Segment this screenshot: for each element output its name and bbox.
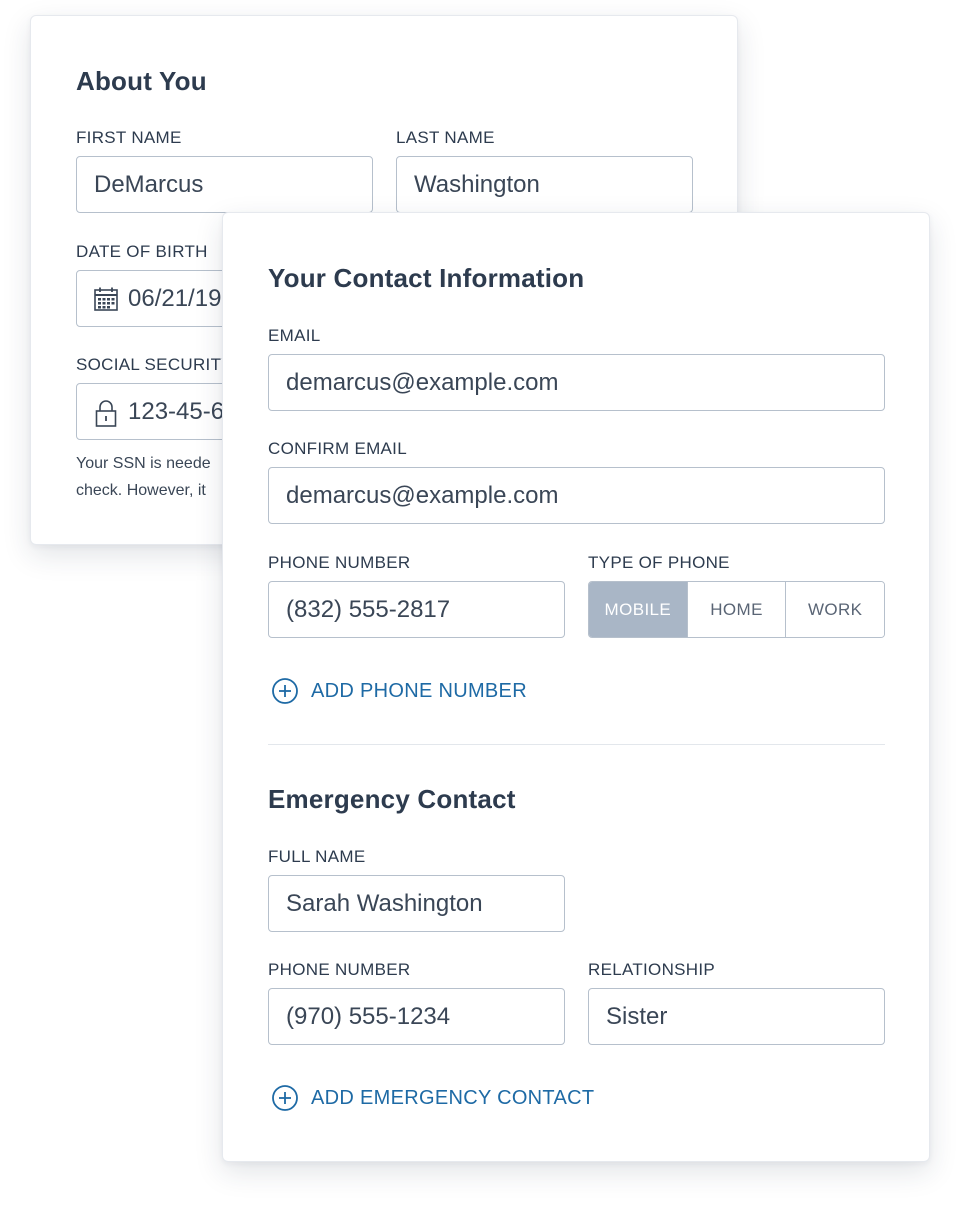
relationship-label: RELATIONSHIP	[588, 960, 716, 979]
about-you-title: About You	[76, 66, 207, 96]
contact-info-card: Your Contact Information EMAIL demarcus@…	[222, 212, 930, 1162]
phone-number-label: PHONE NUMBER	[268, 553, 411, 572]
confirm-email-value: demarcus@example.com	[286, 481, 559, 509]
first-name-label: FIRST NAME	[76, 128, 182, 147]
email-value: demarcus@example.com	[286, 368, 559, 396]
dob-value: 06/21/19	[128, 284, 222, 312]
full-name-field[interactable]: Sarah Washington	[268, 875, 565, 932]
ssn-label: SOCIAL SECURITY	[76, 355, 233, 374]
phone-type-selector: MOBILE HOME WORK	[588, 581, 885, 638]
phone-type-home[interactable]: HOME	[686, 582, 786, 637]
phone-type-label: TYPE OF PHONE	[588, 553, 730, 572]
emergency-phone-field[interactable]: (970) 555-1234	[268, 988, 565, 1045]
phone-type-work[interactable]: WORK	[785, 582, 884, 637]
dob-label: DATE OF BIRTH	[76, 242, 208, 261]
phone-number-value: (832) 555-2817	[286, 595, 451, 623]
email-field[interactable]: demarcus@example.com	[268, 354, 885, 411]
add-phone-number-label: ADD PHONE NUMBER	[311, 679, 527, 702]
add-emergency-contact-label: ADD EMERGENCY CONTACT	[311, 1086, 595, 1109]
calendar-icon	[93, 286, 119, 312]
add-emergency-contact-link[interactable]: ADD EMERGENCY CONTACT	[271, 1084, 594, 1112]
section-divider	[268, 744, 885, 745]
phone-number-field[interactable]: (832) 555-2817	[268, 581, 565, 638]
plus-circle-icon	[271, 677, 299, 705]
emergency-phone-value: (970) 555-1234	[286, 1002, 451, 1030]
last-name-value: Washington	[414, 170, 540, 198]
ssn-help-line-1: Your SSN is neede	[76, 455, 211, 472]
first-name-value: DeMarcus	[94, 170, 204, 198]
plus-circle-icon	[271, 1084, 299, 1112]
ssn-value: 123-45-6	[128, 397, 225, 425]
emergency-contact-title: Emergency Contact	[268, 784, 516, 814]
last-name-field[interactable]: Washington	[396, 156, 693, 213]
confirm-email-label: CONFIRM EMAIL	[268, 439, 407, 458]
add-phone-number-link[interactable]: ADD PHONE NUMBER	[271, 677, 527, 705]
contact-info-title: Your Contact Information	[268, 263, 585, 293]
emergency-phone-label: PHONE NUMBER	[268, 960, 411, 979]
ssn-help-text: Your SSN is neede check. However, it	[76, 450, 211, 504]
first-name-field[interactable]: DeMarcus	[76, 156, 373, 213]
ssn-help-line-2: check. However, it	[76, 482, 206, 499]
full-name-value: Sarah Washington	[286, 889, 483, 917]
full-name-label: FULL NAME	[268, 847, 366, 866]
relationship-field[interactable]: Sister	[588, 988, 885, 1045]
lock-icon	[93, 399, 119, 427]
email-label: EMAIL	[268, 326, 321, 345]
relationship-value: Sister	[606, 1002, 668, 1030]
phone-type-mobile[interactable]: MOBILE	[589, 582, 687, 637]
confirm-email-field[interactable]: demarcus@example.com	[268, 467, 885, 524]
last-name-label: LAST NAME	[396, 128, 495, 147]
